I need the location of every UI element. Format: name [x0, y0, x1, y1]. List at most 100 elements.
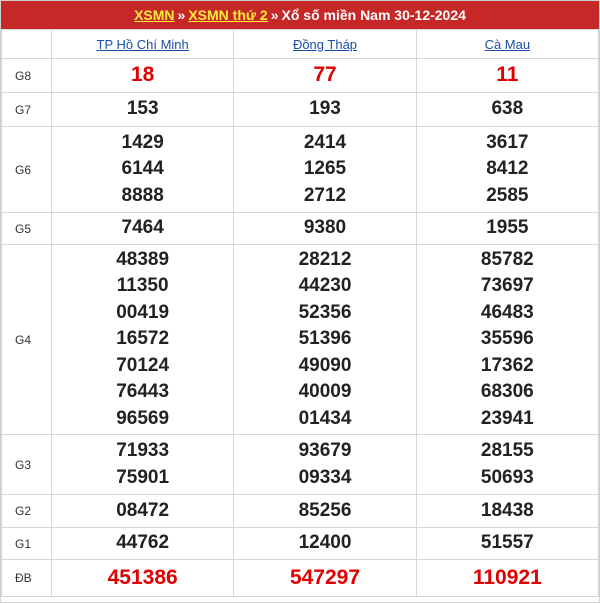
prize-number: 23941 — [480, 407, 534, 429]
prize-cell: 3617 8412 2585 — [415, 126, 600, 213]
prize-cell: 1429 6144 8888 — [50, 126, 235, 213]
prize-number: 52356 — [298, 301, 352, 323]
prize-cell: 451386 — [50, 559, 235, 597]
prize-number: 01434 — [298, 407, 352, 429]
prize-number: 08472 — [116, 499, 170, 521]
prize-number: 28212 — [298, 249, 352, 271]
prize-number: 44762 — [116, 532, 170, 554]
prize-cell: 85256 — [233, 494, 417, 528]
breadcrumb-separator: » — [270, 7, 279, 23]
prize-number: 3617 — [486, 131, 529, 153]
province-link-ca-mau[interactable]: Cà Mau — [485, 37, 531, 52]
prize-label: G2 — [1, 494, 52, 528]
prize-cell: 638 — [415, 92, 600, 127]
prize-row: G4 48389 11350 00419 16572 70124 76443 96569 282… — [1, 244, 600, 435]
page-title: Xổ số miền Nam 30-12-2024 — [281, 7, 466, 23]
prize-cell: 48389 11350 00419 16572 70124 76443 96569 — [50, 244, 235, 435]
prize-cell: 193 — [233, 92, 417, 127]
prize-cell: 1955 — [415, 212, 600, 245]
prize-number: 12400 — [298, 532, 352, 554]
prize-label: G6 — [1, 126, 52, 213]
prize-cell: 08472 — [50, 494, 235, 528]
prize-cell: 11 — [415, 58, 600, 93]
prize-cell: 93679 09334 — [233, 434, 417, 495]
prize-cell: 77 — [233, 58, 417, 93]
prize-number: 1955 — [486, 217, 529, 239]
prize-number: 6144 — [121, 158, 164, 180]
results-table: TP Hồ Chí Minh Đồng Tháp Cà Mau G8 18 77 11… — [1, 29, 600, 597]
prize-number: 451386 — [107, 565, 178, 589]
prize-label: G1 — [1, 527, 52, 560]
corner-cell — [1, 29, 52, 59]
prize-number: 638 — [491, 98, 524, 120]
prize-number: 00419 — [116, 301, 170, 323]
prize-cell: 71933 75901 — [50, 434, 235, 495]
province-header-row: TP Hồ Chí Minh Đồng Tháp Cà Mau — [1, 29, 600, 59]
prize-row: G6 1429 6144 8888 2414 1265 2712 3617 8412 2585 — [1, 126, 600, 213]
prize-row: G2 08472 85256 18438 — [1, 494, 600, 528]
prize-number: 153 — [126, 98, 159, 120]
prize-number: 96569 — [116, 407, 170, 429]
prize-cell: 85782 73697 46483 35596 17362 68306 23941 — [415, 244, 600, 435]
prize-cell: 28155 50693 — [415, 434, 600, 495]
prize-number: 11350 — [116, 275, 169, 297]
prize-number: 49090 — [298, 354, 352, 376]
prize-cell: 51557 — [415, 527, 600, 560]
prize-number: 193 — [309, 98, 341, 120]
prize-number: 44230 — [298, 275, 352, 297]
prize-label: G8 — [1, 58, 52, 93]
prize-number: 09334 — [298, 466, 352, 488]
breadcrumb: XSMN» XSMN thứ 2» Xổ số miền Nam 30-12-202… — [1, 1, 599, 29]
prize-row: G7 153 193 638 — [1, 92, 600, 127]
province-link-hcm[interactable]: TP Hồ Chí Minh — [97, 37, 189, 52]
prize-number: 93679 — [298, 440, 352, 462]
prize-number: 2585 — [486, 184, 529, 206]
prize-label: G7 — [1, 92, 52, 127]
prize-row: G1 44762 12400 51557 — [1, 527, 600, 560]
results-panel: XSMN» XSMN thứ 2» Xổ số miền Nam 30-12-202… — [0, 0, 600, 603]
prize-label: G3 — [1, 434, 52, 495]
prize-number: 75901 — [116, 466, 170, 488]
prize-cell: 18438 — [415, 494, 600, 528]
breadcrumb-separator: » — [177, 7, 186, 23]
prize-number: 8412 — [486, 158, 529, 180]
prize-row: G5 7464 9380 1955 — [1, 212, 600, 245]
prize-cell: 9380 — [233, 212, 417, 245]
breadcrumb-xsmn-link[interactable]: XSMN — [134, 7, 174, 23]
prize-number: 48389 — [116, 249, 170, 271]
prize-number: 46483 — [480, 301, 534, 323]
prize-number: 110921 — [472, 565, 542, 589]
breadcrumb-xsmn-monday-link[interactable]: XSMN thứ 2 — [188, 7, 267, 23]
prize-number: 71933 — [116, 440, 170, 462]
prize-cell: 153 — [50, 92, 235, 127]
prize-number: 70124 — [116, 354, 170, 376]
prize-number: 8888 — [121, 184, 164, 206]
prize-cell: 12400 — [233, 527, 417, 560]
prize-cell: 44762 — [50, 527, 235, 560]
prize-number: 1265 — [303, 158, 347, 180]
prize-number: 28155 — [480, 440, 534, 462]
prize-label: ĐB — [1, 559, 52, 597]
prize-cell: 18 — [50, 58, 235, 93]
prize-number: 18438 — [480, 499, 534, 521]
prize-number: 68306 — [480, 381, 534, 403]
prize-cell: 2414 1265 2712 — [233, 126, 417, 213]
prize-number: 547297 — [289, 565, 361, 589]
prize-number: 2414 — [303, 131, 347, 153]
province-link-dong-thap[interactable]: Đồng Tháp — [293, 37, 357, 52]
prize-number: 2712 — [303, 184, 347, 206]
prize-label: G4 — [1, 244, 52, 435]
prize-number: 18 — [130, 63, 155, 87]
prize-cell: 547297 — [233, 559, 417, 597]
prize-number: 73697 — [480, 275, 534, 297]
prize-number: 51396 — [298, 328, 352, 350]
prize-number: 35596 — [480, 328, 534, 350]
prize-cell: 110921 — [415, 559, 600, 597]
prize-label: G5 — [1, 212, 52, 245]
prize-number: 7464 — [121, 217, 164, 239]
prize-number: 16572 — [116, 328, 170, 350]
prize-row: ĐB 451386 547297 110921 — [1, 559, 600, 597]
prize-number: 85256 — [298, 499, 352, 521]
prize-cell: 7464 — [50, 212, 235, 245]
prize-row: G8 18 77 11 — [1, 58, 600, 93]
